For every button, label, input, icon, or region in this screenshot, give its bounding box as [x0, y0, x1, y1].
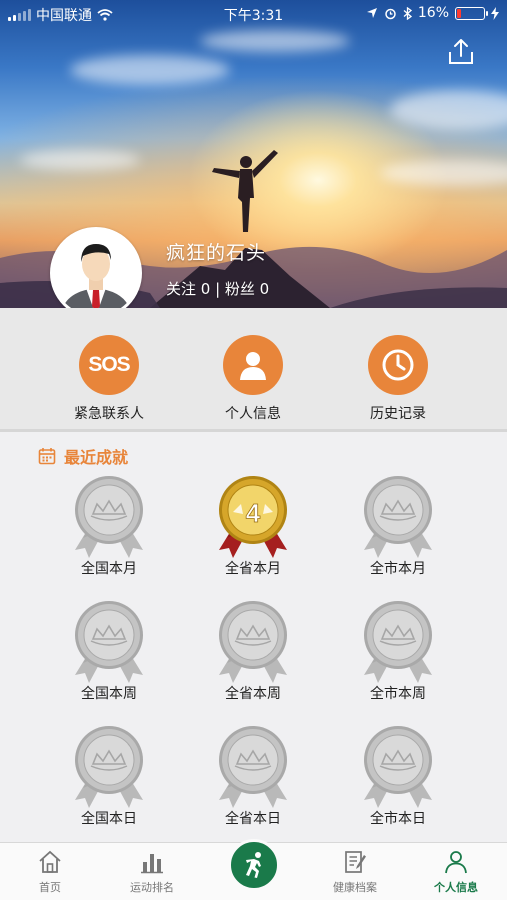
- tab-sports-ranking[interactable]: 运动排名: [102, 849, 202, 895]
- recent-achievements: 最近成就 全国本月 4 全省本月 全市本月 全国本周 全省本周 全市本周 全国本…: [0, 432, 507, 842]
- tab-label: 首页: [39, 881, 61, 894]
- follow-stats[interactable]: 关注 0 | 粉丝 0: [166, 278, 269, 299]
- cloud: [200, 30, 350, 52]
- battery-icon: [455, 6, 488, 20]
- share-button[interactable]: [445, 36, 477, 68]
- cloud: [20, 150, 140, 170]
- person-icon: [223, 335, 283, 395]
- runner-icon: [246, 852, 261, 878]
- tab-bar: 首页 运动排名 健康档案 个人信息: [0, 839, 507, 900]
- medal-item[interactable]: 全省本日: [198, 722, 308, 828]
- medal-item[interactable]: 全市本周: [343, 597, 453, 703]
- medal-label: 全省本月: [225, 561, 281, 577]
- start-exercise-button[interactable]: [228, 839, 280, 891]
- action-label: 个人信息: [225, 406, 281, 422]
- tab-home[interactable]: 首页: [0, 849, 100, 895]
- calendar-icon: [38, 448, 56, 465]
- medal-item[interactable]: 全市本日: [343, 722, 453, 828]
- cloud: [70, 55, 230, 85]
- username: 疯狂的石头: [166, 242, 267, 264]
- tab-label: 运动排名: [130, 881, 174, 894]
- battery-level-fill: [457, 8, 461, 18]
- cloud: [380, 160, 507, 186]
- share-icon: [449, 39, 473, 64]
- sos-badge-text: SOS: [88, 353, 130, 376]
- tab-personal-info[interactable]: 个人信息: [406, 849, 506, 895]
- silver-medal-icon: [364, 476, 432, 558]
- tab-label: 个人信息: [434, 881, 478, 894]
- clock-icon: [368, 335, 428, 395]
- climber-silhouette: [212, 150, 278, 232]
- medal-item[interactable]: 4 全省本月: [198, 472, 308, 578]
- action-label: 历史记录: [370, 406, 426, 422]
- battery-percent: 16%: [417, 5, 449, 21]
- bluetooth-icon: [403, 6, 412, 20]
- silver-medal-icon: [364, 726, 432, 808]
- history-button[interactable]: 历史记录: [343, 335, 453, 423]
- status-bar: 中国联通 下午3:31 16%: [0, 0, 507, 28]
- medal-label: 全市本日: [370, 811, 426, 827]
- medal-item[interactable]: 全国本周: [54, 597, 164, 703]
- gold-medal-icon: 4: [219, 476, 287, 558]
- location-arrow-icon: [366, 8, 377, 18]
- quick-actions: SOS 紧急联系人 个人信息 历史记录: [0, 308, 507, 432]
- silver-medal-icon: [75, 601, 143, 683]
- alarm-icon: [385, 8, 396, 19]
- tab-health-records[interactable]: 健康档案: [305, 849, 405, 895]
- section-title: 最近成就: [38, 444, 128, 468]
- silver-medal-icon: [75, 726, 143, 808]
- medal-item[interactable]: 全省本周: [198, 597, 308, 703]
- medal-item[interactable]: 全市本月: [343, 472, 453, 578]
- silver-medal-icon: [75, 476, 143, 558]
- medal-rank-number: 4: [246, 498, 261, 528]
- tab-label: 健康档案: [333, 881, 377, 894]
- bar-chart-icon: [141, 854, 163, 874]
- avatar[interactable]: [50, 227, 142, 319]
- silver-medal-icon: [364, 601, 432, 683]
- avatar-portrait: [53, 230, 139, 316]
- action-label: 紧急联系人: [74, 406, 144, 422]
- medal-label: 全市本周: [370, 686, 426, 702]
- medal-item[interactable]: 全国本日: [54, 722, 164, 828]
- medal-label: 全国本日: [81, 811, 137, 827]
- cloud: [390, 90, 507, 130]
- emergency-contact-button[interactable]: SOS 紧急联系人: [54, 335, 164, 423]
- medal-label: 全国本月: [81, 561, 137, 577]
- personal-info-button[interactable]: 个人信息: [198, 335, 308, 423]
- person-outline-icon: [445, 851, 467, 874]
- silver-medal-icon: [219, 726, 287, 808]
- sos-icon: SOS: [79, 335, 139, 395]
- charging-bolt-icon: [491, 6, 499, 20]
- medal-label: 全市本月: [370, 561, 426, 577]
- home-icon: [39, 850, 61, 873]
- section-title-text: 最近成就: [64, 448, 129, 467]
- medal-label: 全省本日: [225, 811, 281, 827]
- silver-medal-icon: [219, 601, 287, 683]
- medal-label: 全国本周: [81, 686, 137, 702]
- medal-label: 全省本周: [225, 686, 281, 702]
- medal-item[interactable]: 全国本月: [54, 472, 164, 578]
- document-icon: [345, 851, 366, 873]
